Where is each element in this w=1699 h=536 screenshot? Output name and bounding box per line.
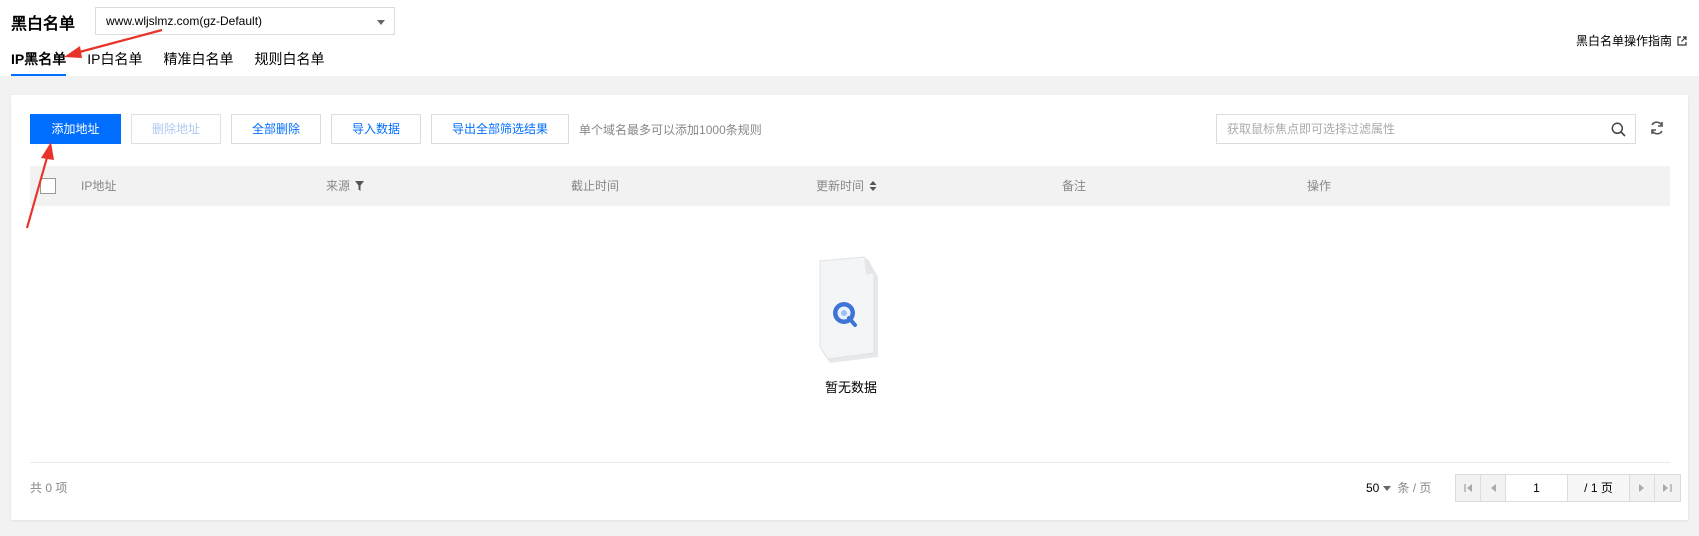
column-actions: 操作: [1307, 166, 1331, 206]
table-header: IP地址 来源 截止时间 更新时间 备注 操作: [30, 166, 1670, 206]
domain-select-value: www.wljslmz.com(gz-Default): [106, 14, 263, 28]
total-pages: / 1 页: [1568, 475, 1630, 501]
pagination: 1 / 1 页: [1455, 474, 1681, 502]
page-size-unit: 条 / 页: [1397, 481, 1432, 495]
tab-ip-blacklist[interactable]: IP黑名单: [11, 50, 67, 76]
tab-precise-whitelist[interactable]: 精准白名单: [163, 50, 233, 76]
chevron-right-icon: [1639, 484, 1644, 492]
page-header: 黑白名单 www.wljslmz.com(gz-Default) IP黑名单 I…: [0, 0, 1699, 76]
page-size-value: 50: [1366, 481, 1380, 495]
annotation-arrow-add-button: [25, 142, 54, 229]
guide-link[interactable]: 黑白名单操作指南: [1576, 32, 1687, 49]
annotation-arrow-tab: [64, 28, 163, 58]
first-page-icon: [1463, 484, 1472, 492]
total-count: 共 0 项: [30, 481, 68, 495]
prev-page-button[interactable]: [1481, 475, 1506, 501]
sort-icon[interactable]: [869, 181, 877, 191]
external-link-icon: [1677, 35, 1687, 46]
page-number-input[interactable]: 1: [1506, 475, 1568, 501]
chevron-left-icon: [1491, 484, 1496, 492]
chevron-down-icon: [377, 20, 385, 25]
empty-data-illustration: [819, 256, 878, 363]
search-placeholder: 获取鼠标焦点即可选择过滤属性: [1227, 122, 1396, 136]
chevron-down-icon: [1383, 485, 1392, 491]
column-ip-address: IP地址: [81, 166, 116, 206]
column-update-time-label: 更新时间: [816, 179, 865, 193]
tab-rule-whitelist[interactable]: 规则白名单: [254, 50, 324, 76]
first-page-button[interactable]: [1456, 475, 1481, 501]
delete-address-button[interactable]: 删除地址: [131, 114, 221, 144]
refresh-icon[interactable]: [1649, 120, 1665, 136]
import-data-button[interactable]: 导入数据: [331, 114, 422, 144]
filter-icon[interactable]: [355, 181, 365, 191]
column-ip-address-label: IP地址: [81, 179, 117, 193]
blacklist-panel: 添加地址 删除地址 全部删除 导入数据 导出全部筛选结果 单个域名最多可以添加1…: [11, 95, 1688, 520]
last-page-icon: [1663, 484, 1672, 492]
footer-divider: [30, 462, 1670, 463]
column-source[interactable]: 来源: [326, 166, 365, 206]
toolbar: 添加地址 删除地址 全部删除 导入数据 导出全部筛选结果 单个域名最多可以添加1…: [30, 114, 762, 144]
page-size-select[interactable]: 50 条 / 页: [1366, 478, 1431, 498]
empty-state-text: 暂无数据: [824, 380, 877, 395]
column-source-label: 来源: [326, 179, 351, 193]
export-results-button[interactable]: 导出全部筛选结果: [431, 114, 570, 144]
column-expiry-time-label: 截止时间: [571, 179, 620, 193]
delete-all-button[interactable]: 全部删除: [231, 114, 322, 144]
column-update-time[interactable]: 更新时间: [816, 166, 877, 206]
guide-link-label: 黑白名单操作指南: [1575, 34, 1672, 48]
column-actions-label: 操作: [1307, 179, 1332, 193]
search-input[interactable]: 获取鼠标焦点即可选择过滤属性: [1216, 114, 1636, 144]
last-page-button[interactable]: [1655, 475, 1680, 501]
next-page-button[interactable]: [1630, 475, 1655, 501]
search-icon[interactable]: [1611, 122, 1626, 137]
column-remark-label: 备注: [1062, 179, 1087, 193]
rule-limit-hint: 单个域名最多可以添加1000条规则: [579, 122, 762, 137]
column-expiry-time: 截止时间: [571, 166, 619, 206]
column-remark: 备注: [1062, 166, 1086, 206]
